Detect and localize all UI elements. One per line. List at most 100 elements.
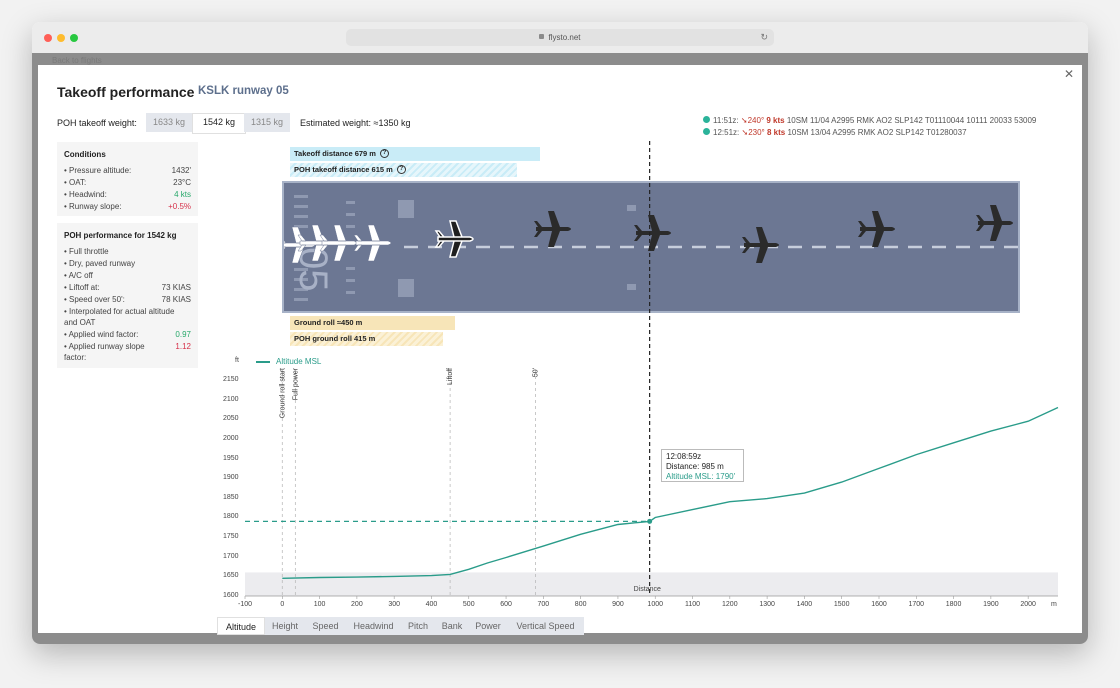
x-tick-label: 900 (612, 601, 624, 608)
poh-row: factor: (64, 352, 191, 363)
plane-icon (534, 211, 571, 247)
plane-icon-current (435, 220, 474, 258)
wind-arrow-icon: ➘ (740, 116, 748, 125)
condition-value: +0.5% (168, 202, 191, 211)
poh-value: 78 KIAS (161, 295, 191, 304)
reload-icon[interactable]: ↻ (760, 29, 768, 46)
poh-takeoff-distance-label: POH takeoff distance 615 m (294, 165, 393, 174)
modal-title: Takeoff performance (57, 84, 195, 100)
ground-roll-bar: Ground roll ≈450 m (290, 316, 455, 330)
x-tick-label: -100 (237, 601, 252, 608)
x-tick-label: 1100 (684, 601, 701, 608)
chart-tooltip: 12:08:59z Distance: 985 m Altitude MSL: … (661, 449, 744, 482)
tab-altitude[interactable]: Altitude (217, 617, 265, 635)
condition-value: 23°C (173, 178, 191, 187)
y-tick-label: 1900 (223, 474, 239, 482)
poh-label: • Interpolated for actual altitude (64, 307, 175, 316)
help-icon[interactable]: ? (396, 164, 406, 174)
tab-height[interactable]: Height (265, 617, 305, 635)
poh-ground-roll-label: POH ground roll 415 m (294, 334, 376, 343)
x-tick-label: 2000 (1020, 601, 1036, 608)
poh-value: 1.12 (175, 342, 191, 351)
conditions-heading: Conditions (64, 150, 106, 159)
x-tick-label: 300 (388, 601, 401, 608)
metar-time: 11:51z: (713, 116, 739, 125)
y-tick-label: 1700 (223, 552, 239, 560)
takeoff-performance-modal: ✕ Takeoff performance KSLK runway 05 POH… (38, 65, 1082, 635)
x-tick-label: 600 (500, 601, 512, 608)
metar-wind-speed: 9 kts (766, 116, 785, 125)
poh-label: and OAT (64, 318, 96, 327)
metar-wind-dir: 230° (748, 128, 765, 137)
lock-icon (539, 34, 545, 40)
poh-label: • Full throttle (64, 247, 109, 256)
y-tick-label: 1850 (223, 493, 239, 501)
y-tick-label: 2000 (223, 434, 239, 442)
url-text: flysto.net (548, 33, 581, 42)
plane-icon (976, 205, 1013, 241)
x-tick-label: 500 (462, 601, 475, 608)
x-tick-label: 0 (280, 601, 285, 608)
metar-line: 12:51z: ➘230° 8 kts 10SM 13/04 A2995 RMK… (703, 128, 967, 137)
poh-label: • A/C off (64, 271, 93, 280)
marker-label: Ground roll start (279, 368, 286, 418)
y-tick-label: 1750 (223, 533, 239, 541)
poh-label: • Dry, paved runway (64, 259, 136, 268)
x-tick-label: 400 (425, 601, 438, 608)
plane-icon (319, 224, 358, 262)
altitude-line (282, 406, 1059, 579)
close-window-button[interactable] (44, 34, 52, 42)
zoom-window-button[interactable] (70, 34, 78, 42)
tab-headwind[interactable]: Headwind (346, 617, 401, 635)
poh-performance-panel: POH performance for 1542 kg • Full throt… (57, 223, 198, 368)
poh-heading: POH performance for 1542 kg (64, 231, 177, 240)
metar-time: 12:51z: (713, 128, 740, 137)
y-tick-label: 1650 (223, 572, 239, 580)
x-tick-label: 100 (313, 601, 326, 608)
aircraft-positions (284, 205, 1013, 264)
tab-bank[interactable]: Bank (435, 617, 469, 635)
condition-label: • Runway slope: (64, 202, 122, 211)
poh-row: • Dry, paved runway (64, 258, 191, 269)
cursor-point (647, 518, 653, 524)
x-tick-label: 800 (574, 601, 587, 608)
x-tick-label: 1400 (796, 601, 813, 608)
weight-option-1315[interactable]: 1315 kg (244, 113, 290, 132)
sun-icon (703, 116, 710, 124)
metar-line: 11:51z: ➘240° 9 kts 10SM 11/04 A2995 RMK… (703, 116, 1036, 125)
tab-vertical-speed[interactable]: Vertical Speed (507, 617, 584, 635)
poh-label: factor: (64, 353, 87, 362)
minimize-window-button[interactable] (57, 34, 65, 42)
plane-icon (858, 211, 895, 247)
metar-wind-dir: 240° (747, 116, 765, 125)
poh-row: • Interpolated for actual altitude (64, 306, 191, 317)
browser-window: flysto.net ↻ Back to flights ✕ Takeoff p… (32, 22, 1088, 644)
weight-option-1542[interactable]: 1542 kg (192, 113, 246, 134)
tab-pitch[interactable]: Pitch (401, 617, 435, 635)
estimated-weight: Estimated weight: ≈1350 kg (300, 118, 411, 128)
legend-label: Altitude MSL (276, 357, 322, 366)
tab-speed[interactable]: Speed (305, 617, 346, 635)
runway-diagram: 05 (282, 181, 1020, 313)
poh-value: 0.97 (175, 330, 191, 339)
x-tick-label: 1500 (833, 601, 850, 608)
back-link[interactable]: Back to flights (52, 56, 102, 65)
close-icon[interactable]: ✕ (1064, 67, 1074, 81)
y-tick-label: 1950 (223, 454, 239, 462)
title-bar: flysto.net ↻ (32, 22, 1088, 54)
tooltip-time: 12:08:59z (666, 452, 702, 461)
takeoff-distance-label: Takeoff distance 679 m (294, 149, 376, 158)
weight-option-1633[interactable]: 1633 kg (146, 113, 192, 132)
help-icon[interactable]: ? (379, 148, 389, 158)
x-tick-label: 1700 (908, 601, 925, 608)
condition-value: 4 kts (174, 190, 191, 199)
condition-row: • Pressure altitude: 1432' (64, 165, 191, 176)
tab-power[interactable]: Power (469, 617, 507, 635)
address-bar[interactable]: flysto.net ↻ (346, 29, 774, 46)
y-tick-label: 2050 (223, 415, 239, 423)
x-tick-label: 1600 (871, 601, 887, 608)
chart-tabs: Altitude Height Speed Headwind Pitch Ban… (217, 617, 584, 635)
x-axis-label: Distance (633, 586, 661, 593)
x-tick-label: 1000 (647, 601, 663, 608)
weight-label: POH takeoff weight: (57, 118, 137, 128)
